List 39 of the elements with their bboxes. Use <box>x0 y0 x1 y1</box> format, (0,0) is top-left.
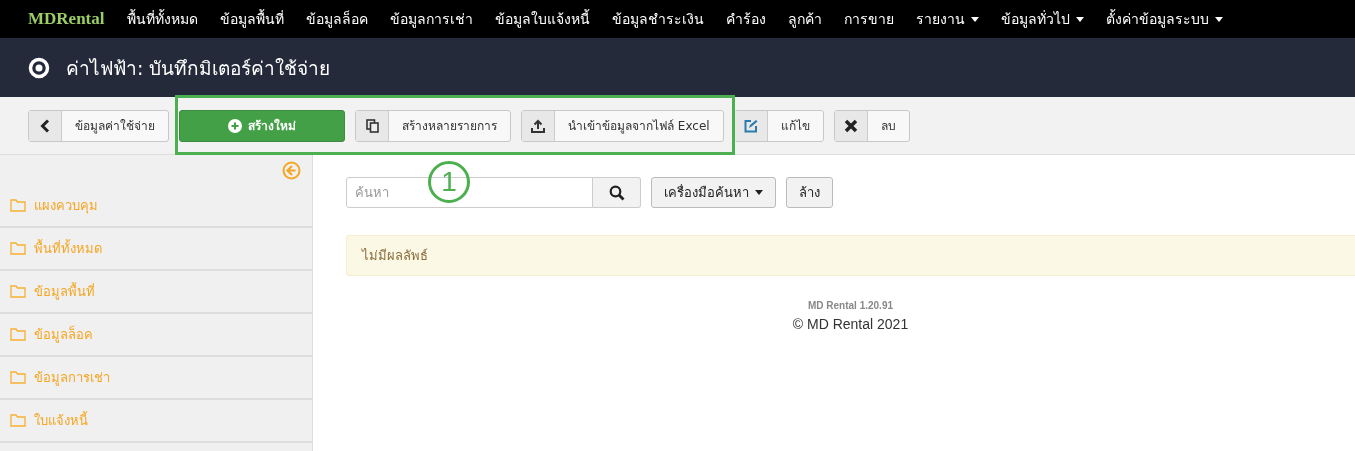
plus-circle-icon <box>228 118 242 133</box>
nav-link[interactable]: คำร้อง <box>715 8 778 30</box>
upload-icon <box>531 118 545 133</box>
clear-button[interactable]: ล้าง <box>786 177 833 208</box>
search-icon <box>608 184 625 201</box>
chevron-left-icon <box>40 118 50 133</box>
upload-button[interactable]: นำเข้าข้อมูลจากไฟล์ Excel <box>521 109 724 142</box>
delete-button[interactable]: ลบ <box>833 109 910 142</box>
folder-icon <box>10 328 26 341</box>
target-icon <box>28 56 50 79</box>
folder-icon <box>10 285 26 298</box>
back-button[interactable]: ข้อมูลค่าใช้จ่าย <box>28 109 169 142</box>
version-text: MD Rental 1.20.91 <box>806 300 894 311</box>
folder-icon <box>10 414 26 427</box>
nav-link[interactable]: ข้อมูลพื้นที่ <box>209 8 296 30</box>
search-tools-dropdown[interactable]: เครื่องมือค้นหา <box>651 177 776 208</box>
nav-link[interactable]: ข้อมูลการเช่า <box>379 8 485 30</box>
copyright-text: © MD Rental 2021 <box>791 316 910 332</box>
edit-icon <box>743 118 758 133</box>
folder-icon <box>10 371 26 384</box>
search-button[interactable] <box>593 177 641 208</box>
nav-link[interactable]: การขาย <box>833 8 906 30</box>
page-title: ค่าไฟฟ้า: บันทึกมิเตอร์ค่าใช้จ่าย <box>66 55 331 81</box>
nav-link[interactable]: ลูกค้า <box>777 8 834 30</box>
nav-link[interactable]: ข้อมูลทั่วไป <box>990 8 1096 30</box>
copy-button[interactable]: สร้างหลายรายการ <box>355 109 511 142</box>
alert-text: ไม่มีผลลัพธ์ <box>362 247 428 265</box>
nav-link[interactable]: พื้นที่ทั้งหมด <box>116 8 210 30</box>
nav-link[interactable]: ข้อมูลใบแจ้งหนี้ <box>484 8 602 30</box>
nav-link[interactable]: ตั้งค่าข้อมูลระบบ <box>1095 8 1235 30</box>
copy-icon <box>365 118 379 133</box>
nav-link[interactable]: ข้อมูลชำระเงิน <box>601 8 716 30</box>
edit-button[interactable]: แก้ไข <box>733 109 824 142</box>
nav-link[interactable]: รายงาน <box>905 8 991 30</box>
close-icon <box>843 118 858 133</box>
brand-link[interactable]: MDRental <box>28 9 105 29</box>
folder-icon <box>10 199 26 212</box>
folder-icon <box>10 242 26 255</box>
nav-link[interactable]: ข้อมูลล็อค <box>295 8 380 30</box>
